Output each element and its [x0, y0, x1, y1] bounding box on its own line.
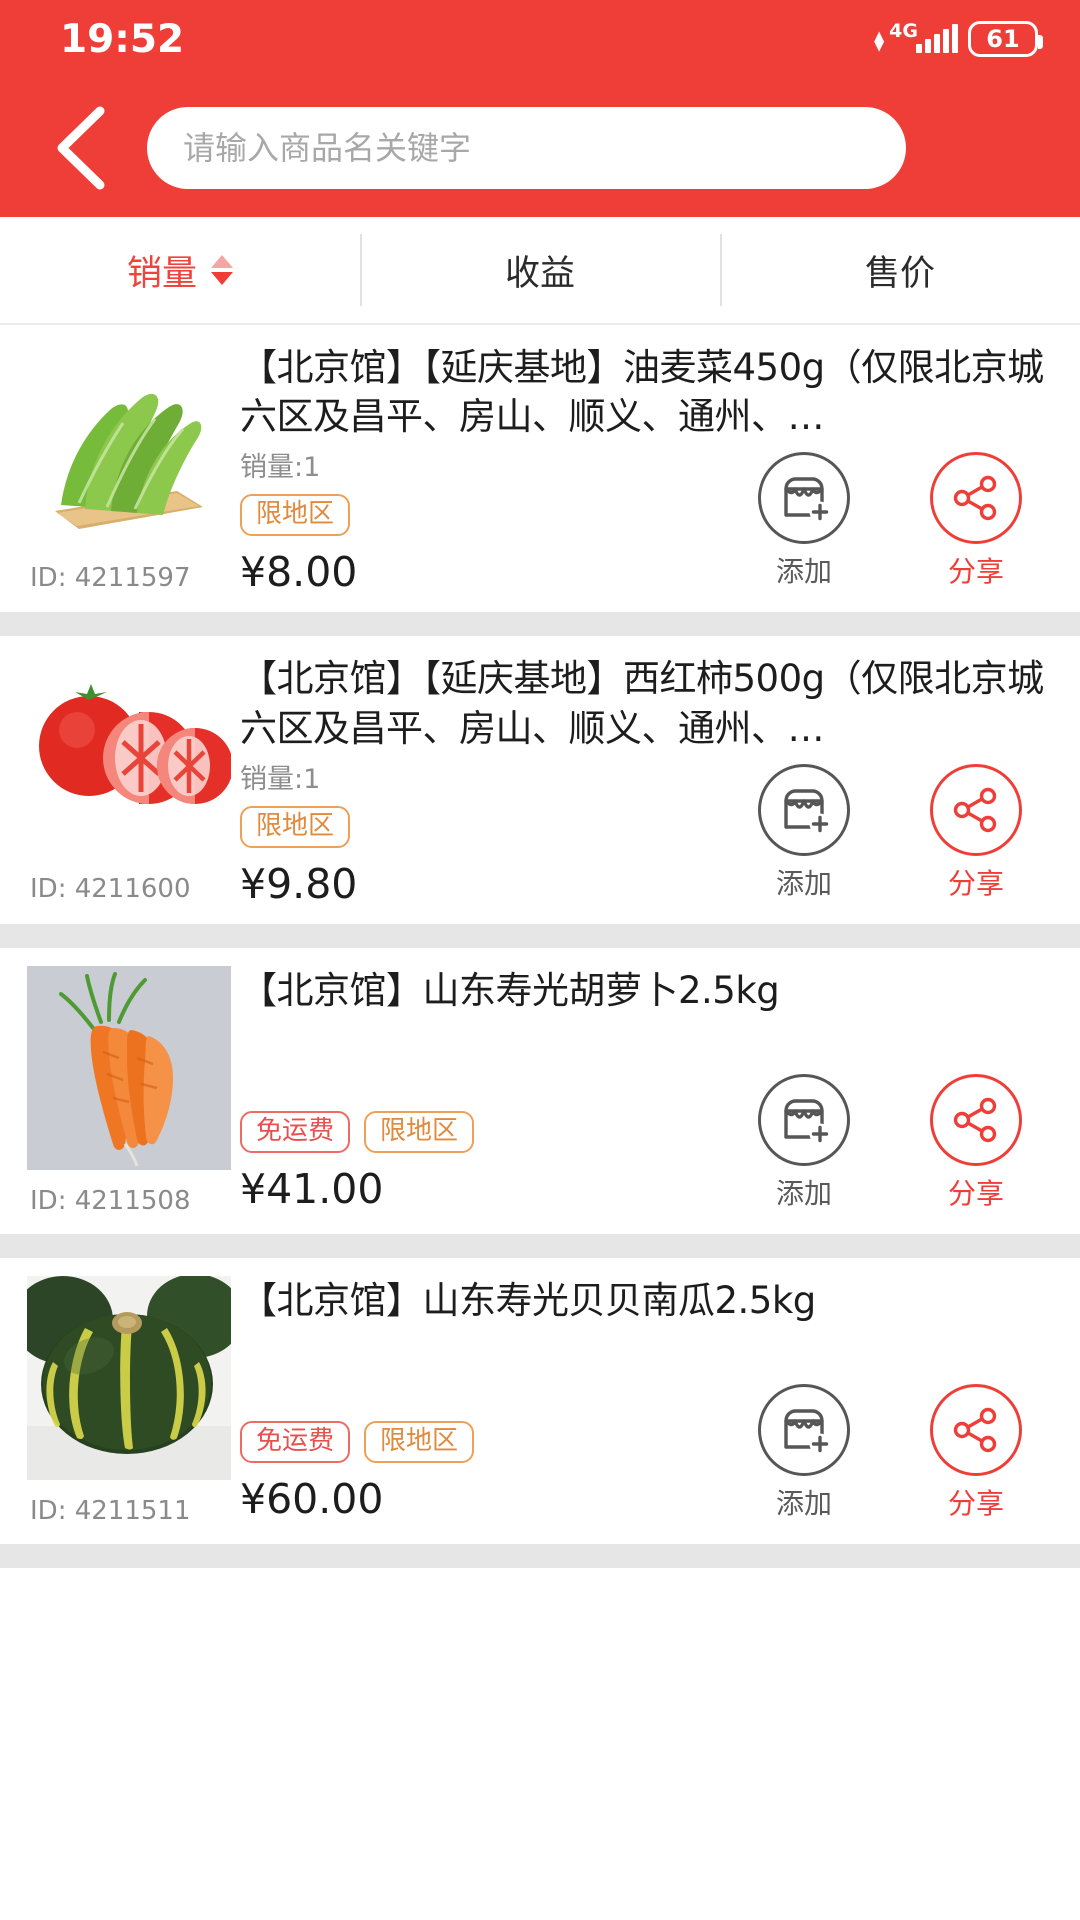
data-transfer-icon: ▲ ▼ [874, 29, 885, 54]
add-button-label: 添加 [775, 866, 832, 900]
signal-strength-icon: ▲ ▼ 4G [874, 20, 958, 54]
product-actions: 添加 分享 [746, 1073, 1034, 1212]
product-image [27, 965, 231, 1170]
sort-tab-bar: 销量 收益 售价 [0, 217, 1080, 325]
add-button-circle [758, 1383, 850, 1476]
product-info: 【北京馆】山东寿光胡萝卜2.5kg 免运费 限地区 ¥41.00 添加 分享 [240, 966, 1080, 1218]
search-box[interactable] [147, 106, 906, 189]
share-button[interactable]: 分享 [918, 1383, 1034, 1522]
tab-price-label: 售价 [864, 253, 935, 294]
share-button-circle [930, 763, 1022, 856]
product-actions: 添加 分享 [746, 452, 1034, 590]
add-button-label: 添加 [775, 1486, 832, 1520]
add-button-circle [758, 452, 850, 545]
add-button-circle [758, 1073, 850, 1166]
add-button-label: 添加 [775, 555, 832, 589]
share-button-label: 分享 [947, 555, 1004, 589]
battery-indicator: 61 [968, 21, 1043, 57]
share-nodes-icon [953, 1407, 997, 1453]
product-info: 【北京馆】山东寿光贝贝南瓜2.5kg 免运费 限地区 ¥60.00 添加 分享 [240, 1276, 1080, 1528]
share-nodes-icon [953, 787, 997, 833]
add-button[interactable]: 添加 [746, 1383, 862, 1522]
add-button-circle [758, 763, 850, 856]
product-id: ID: 4211597 [30, 563, 191, 593]
list-divider [0, 1543, 1080, 1568]
search-input[interactable] [183, 128, 870, 167]
tab-sales[interactable]: 销量 [0, 234, 360, 306]
tag-free-shipping: 免运费 [240, 1111, 351, 1154]
share-nodes-icon [953, 476, 997, 521]
add-button[interactable]: 添加 [746, 763, 862, 902]
battery-level-label: 61 [986, 25, 1020, 53]
tab-profit-label: 收益 [504, 253, 575, 294]
product-id: ID: 4211600 [30, 874, 191, 905]
product-image [27, 1275, 231, 1480]
product-thumb-column: ID: 4211597 [0, 343, 240, 596]
product-thumb-column: ID: 4211511 [0, 1275, 240, 1528]
product-title: 【北京馆】山东寿光胡萝卜2.5kg [240, 968, 780, 1012]
store-plus-icon [784, 477, 831, 523]
lettuce-image [27, 343, 231, 547]
share-button[interactable]: 分享 [918, 763, 1034, 902]
product-image [27, 654, 231, 859]
tag-region: 限地区 [364, 1421, 475, 1464]
product-title: 【北京馆】山东寿光贝贝南瓜2.5kg [240, 1278, 816, 1322]
status-bar: 19:52 ▲ ▼ 4G 61 [0, 0, 1080, 78]
product-list: ID: 4211597 【北京馆】【延庆基地】油麦菜450g（仅限北京城六区及昌… [0, 325, 1080, 1568]
product-info: 【北京馆】【延庆基地】西红柿500g（仅限北京城六区及昌平、房山、顺义、通州、…… [240, 654, 1080, 908]
tomato-image [27, 654, 231, 859]
store-plus-icon [784, 1099, 831, 1145]
share-nodes-icon [953, 1097, 997, 1143]
add-button-label: 添加 [775, 1176, 832, 1210]
share-button-circle [930, 1383, 1022, 1476]
tag-region: 限地区 [240, 494, 351, 537]
tag-region: 限地区 [240, 805, 351, 848]
sort-arrows-icon [211, 255, 233, 285]
share-button-circle [930, 1073, 1022, 1166]
tab-profit[interactable]: 收益 [360, 234, 720, 306]
product-row[interactable]: ID: 4211600 【北京馆】【延庆基地】西红柿500g（仅限北京城六区及昌… [0, 636, 1080, 924]
add-button[interactable]: 添加 [746, 452, 862, 590]
product-id: ID: 4211508 [30, 1185, 191, 1216]
share-button[interactable]: 分享 [918, 1073, 1034, 1212]
signal-bars-icon [916, 24, 958, 53]
product-row[interactable]: ID: 4211511 【北京馆】山东寿光贝贝南瓜2.5kg 免运费 限地区 ¥… [0, 1257, 1080, 1544]
share-button-circle [930, 452, 1022, 545]
store-plus-icon [784, 1409, 831, 1455]
add-button[interactable]: 添加 [746, 1073, 862, 1212]
app-header: 19:52 ▲ ▼ 4G 61 [0, 0, 1080, 217]
list-divider [0, 923, 1080, 948]
back-button[interactable] [40, 106, 124, 190]
product-actions: 添加 分享 [746, 763, 1034, 902]
chevron-left-icon [57, 106, 105, 189]
product-image [27, 343, 231, 547]
pumpkin-image [27, 1275, 231, 1480]
product-title: 【北京馆】【延庆基地】油麦菜450g（仅限北京城六区及昌平、房山、顺义、通州、… [240, 346, 1044, 439]
navigation-bar [0, 78, 1080, 217]
share-button-label: 分享 [947, 1176, 1004, 1210]
status-clock: 19:52 [60, 16, 185, 62]
share-button-label: 分享 [947, 866, 1004, 900]
tab-sales-label: 销量 [126, 253, 197, 294]
product-title: 【北京馆】【延庆基地】西红柿500g（仅限北京城六区及昌平、房山、顺义、通州、… [240, 657, 1044, 750]
product-info: 【北京馆】【延庆基地】油麦菜450g（仅限北京城六区及昌平、房山、顺义、通州、…… [240, 343, 1080, 596]
network-type-label: 4G [889, 20, 918, 42]
tag-free-shipping: 免运费 [240, 1421, 351, 1464]
list-divider [0, 1233, 1080, 1258]
product-row[interactable]: ID: 4211508 【北京馆】山东寿光胡萝卜2.5kg 免运费 限地区 ¥4… [0, 947, 1080, 1234]
product-row[interactable]: ID: 4211597 【北京馆】【延庆基地】油麦菜450g（仅限北京城六区及昌… [0, 325, 1080, 613]
status-indicators: ▲ ▼ 4G 61 [874, 20, 1043, 57]
product-thumb-column: ID: 4211508 [0, 965, 240, 1218]
tab-price[interactable]: 售价 [720, 234, 1080, 306]
product-thumb-column: ID: 4211600 [0, 654, 240, 907]
product-actions: 添加 分享 [746, 1383, 1034, 1522]
list-divider [0, 612, 1080, 637]
share-button-label: 分享 [947, 1486, 1004, 1520]
tag-region: 限地区 [364, 1111, 475, 1154]
share-button[interactable]: 分享 [918, 452, 1034, 590]
product-id: ID: 4211511 [30, 1495, 191, 1526]
carrot-image [27, 965, 231, 1170]
store-plus-icon [784, 789, 831, 835]
